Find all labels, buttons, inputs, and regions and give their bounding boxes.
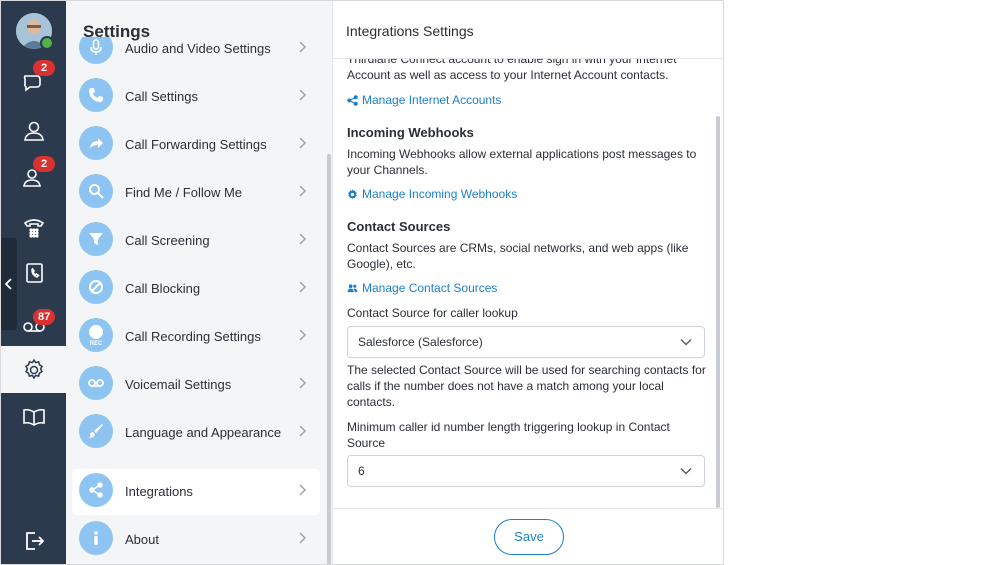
lookup-source-select[interactable]: Salesforce (Salesforce): [347, 326, 705, 358]
menu-item-find-me[interactable]: Find Me / Follow Me: [72, 170, 320, 216]
logout-icon: [25, 532, 44, 550]
contact-sources-description: Contact Sources are CRMs, social network…: [347, 241, 689, 271]
min-length-label: Minimum caller id number length triggeri…: [347, 420, 670, 450]
integrations-panel: Integrations Settings Thirdlane Connect …: [333, 1, 723, 564]
brush-icon: [79, 414, 113, 448]
navigation-rail: 2 2 87: [1, 1, 66, 564]
manage-internet-accounts-link[interactable]: Manage Internet Accounts: [347, 93, 501, 107]
menu-item-integrations[interactable]: Integrations: [72, 469, 320, 515]
online-status-indicator: [40, 36, 54, 50]
info-icon: [79, 521, 113, 555]
manage-webhooks-link[interactable]: Manage Incoming Webhooks: [347, 187, 517, 201]
menu-item-label: Call Settings: [125, 89, 198, 104]
phone-book-icon: [25, 263, 43, 283]
share-icon: [79, 473, 113, 507]
manage-webhooks-label: Manage Incoming Webhooks: [362, 187, 518, 201]
menu-item-label: Find Me / Follow Me: [125, 185, 243, 200]
menu-item-voicemail[interactable]: Voicemail Settings: [72, 362, 320, 408]
contacts-badge: 2: [33, 156, 55, 172]
lookup-source-label: Contact Source for caller lookup: [347, 306, 518, 320]
share-icon: [347, 94, 358, 106]
menu-item-label: Audio and Video Settings: [125, 41, 271, 56]
menu-item-label: Call Forwarding Settings: [125, 137, 267, 152]
menu-item-label: Call Screening: [125, 233, 210, 248]
panel-header: Integrations Settings: [333, 1, 723, 59]
lookup-source-value: Salesforce (Salesforce): [358, 335, 483, 349]
menu-scrollbar[interactable]: [327, 154, 331, 564]
menu-item-about[interactable]: About: [72, 517, 320, 563]
menu-item-call-settings[interactable]: Call Settings: [72, 74, 320, 120]
save-button[interactable]: Save: [494, 519, 564, 555]
manage-contact-sources-link[interactable]: Manage Contact Sources: [347, 281, 497, 295]
person-icon: [23, 121, 44, 141]
chevron-right-icon: [299, 484, 306, 496]
settings-menu: Settings Audio and Video Settings Call S…: [66, 1, 333, 564]
forward-arrow-icon: [79, 126, 113, 160]
webhooks-description: Incoming Webhooks allow external applica…: [347, 147, 697, 177]
intro-text: Thirdlane Connect account to enable sign…: [347, 59, 677, 82]
chevron-right-icon: [299, 41, 306, 53]
chevron-left-icon: [5, 278, 12, 290]
funnel-icon: [79, 222, 113, 256]
rail-settings-button[interactable]: [1, 346, 66, 393]
rail-help-button[interactable]: [1, 393, 66, 441]
rail-contact-button[interactable]: [1, 107, 66, 155]
rail-logout-button[interactable]: [1, 517, 66, 564]
menu-item-call-screening[interactable]: Call Screening: [72, 218, 320, 264]
chevron-right-icon: [299, 137, 306, 149]
rail-contacts-button[interactable]: 2: [1, 153, 66, 201]
chevron-right-icon: [299, 329, 306, 341]
menu-item-call-blocking[interactable]: Call Blocking: [72, 266, 320, 312]
menu-item-label: Voicemail Settings: [125, 377, 232, 392]
collapse-sidebar-button[interactable]: [1, 238, 17, 330]
chevron-right-icon: [299, 185, 306, 197]
menu-item-label: Integrations: [125, 484, 193, 499]
chevron-right-icon: [299, 233, 306, 245]
menu-item-call-forwarding[interactable]: Call Forwarding Settings: [72, 122, 320, 168]
min-length-value: 6: [358, 464, 365, 478]
chevron-right-icon: [299, 532, 306, 544]
phone-icon: [79, 78, 113, 112]
panel-title: Integrations Settings: [346, 23, 474, 39]
block-icon: [79, 270, 113, 304]
desk-phone-icon: [23, 219, 44, 238]
panel-scrollbar[interactable]: [716, 116, 720, 508]
menu-item-call-recording[interactable]: REC Call Recording Settings: [72, 314, 320, 360]
chevron-right-icon: [299, 281, 306, 293]
manage-internet-accounts-label: Manage Internet Accounts: [362, 93, 502, 107]
gear-icon: [348, 188, 357, 199]
min-length-select[interactable]: 6: [347, 455, 705, 487]
menu-item-audio-video[interactable]: Audio and Video Settings: [72, 37, 320, 72]
contact-sources-heading: Contact Sources: [347, 219, 451, 234]
chevron-down-icon: [680, 467, 692, 475]
lookup-help-text: The selected Contact Source will be used…: [347, 363, 706, 409]
voicemail-icon: [79, 366, 113, 400]
chevron-right-icon: [299, 425, 306, 437]
webhooks-heading: Incoming Webhooks: [347, 125, 474, 140]
open-book-icon: [22, 408, 45, 426]
chevron-down-icon: [680, 338, 692, 346]
panel-body: Thirdlane Connect account to enable sign…: [333, 59, 723, 509]
menu-item-label: About: [125, 532, 159, 547]
menu-item-label: Language and Appearance: [125, 425, 282, 440]
record-icon-text: REC: [89, 340, 103, 347]
menu-item-label: Call Blocking: [125, 281, 201, 296]
gear-icon: [24, 358, 43, 379]
rail-chat-button[interactable]: 2: [1, 57, 66, 105]
settings-menu-list: Audio and Video Settings Call Settings C…: [72, 37, 320, 564]
app-window: 2 2 87 Settings Audio and Video Settings…: [0, 0, 724, 565]
microphone-icon: [79, 37, 113, 64]
chevron-right-icon: [299, 89, 306, 101]
chat-unread-badge: 2: [33, 60, 55, 76]
record-icon: REC: [79, 318, 113, 352]
manage-contact-sources-label: Manage Contact Sources: [362, 281, 498, 295]
users-icon: [347, 283, 358, 292]
menu-item-language-appearance[interactable]: Language and Appearance: [72, 410, 320, 456]
voicemail-badge: 87: [33, 309, 56, 325]
search-icon: [79, 174, 113, 208]
chevron-right-icon: [299, 377, 306, 389]
menu-item-label: Call Recording Settings: [125, 329, 261, 344]
